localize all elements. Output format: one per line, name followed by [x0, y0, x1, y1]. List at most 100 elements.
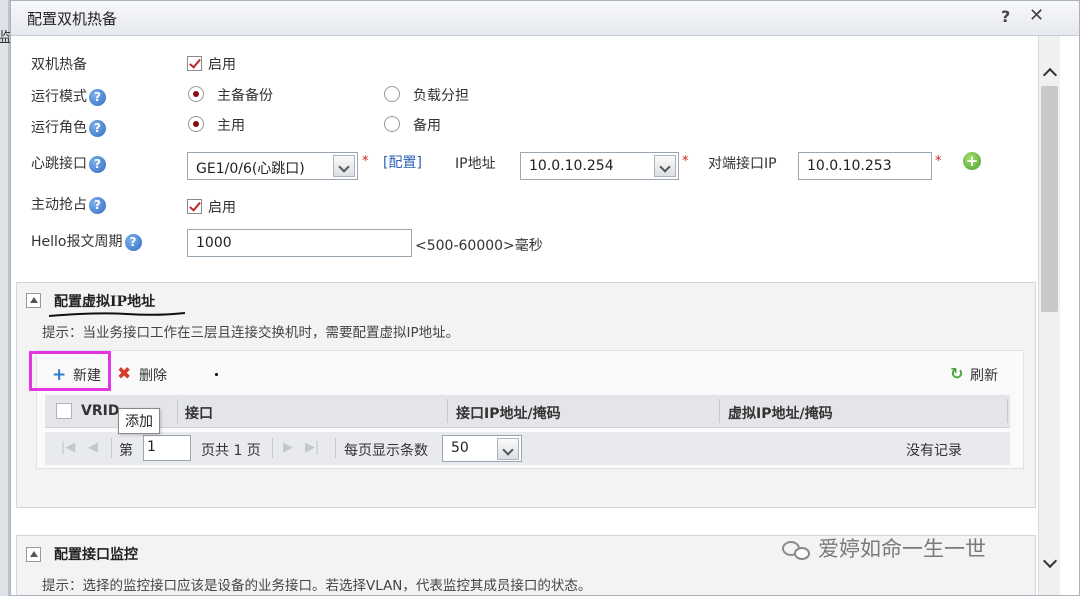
- required-mark: *: [362, 154, 369, 169]
- last-page-icon[interactable]: ▶|: [305, 440, 319, 455]
- preempt-label: 主动抢占?: [31, 194, 106, 214]
- run-mode-label: 运行模式?: [31, 86, 106, 106]
- stray-dot: [215, 373, 218, 376]
- page-number-value: 1: [147, 439, 156, 455]
- virtual-ip-section-title: 配置虚拟IP地址: [54, 294, 156, 310]
- run-mode-radio-load-sharing[interactable]: [384, 86, 400, 102]
- refresh-button[interactable]: 刷新: [970, 365, 998, 385]
- run-role-label: 运行角色?: [31, 117, 106, 137]
- select-all-checkbox[interactable]: [56, 403, 72, 419]
- question-icon[interactable]: ?: [89, 196, 106, 214]
- preempt-label-text: 主动抢占: [31, 197, 87, 213]
- table-header: VRID 接口 接口IP地址/掩码 虚拟IP地址/掩码: [45, 395, 1010, 428]
- column-separator: [719, 399, 720, 423]
- interface-monitor-hint: 提示：选择的监控接口应该是设备的业务接口。若选择VLAN，代表监控其成员接口的状…: [42, 578, 592, 594]
- delete-x-icon[interactable]: ✖: [117, 364, 131, 384]
- page-number-input[interactable]: 1: [143, 435, 191, 461]
- heartbeat-label-text: 心跳接口: [31, 156, 87, 172]
- watermark-text: 爱婷如命一生一世: [818, 537, 986, 561]
- new-button-highlight: [29, 351, 111, 391]
- collapse-icon[interactable]: [26, 547, 41, 562]
- dropdown-arrow-icon[interactable]: [497, 438, 519, 460]
- prev-page-icon[interactable]: ◀: [88, 440, 98, 455]
- heartbeat-label: 心跳接口?: [31, 153, 106, 173]
- delete-button[interactable]: 删除: [139, 365, 167, 385]
- required-mark: *: [682, 154, 689, 169]
- close-icon[interactable]: ✕: [1029, 5, 1044, 26]
- collapse-icon[interactable]: [26, 293, 41, 308]
- help-icon[interactable]: ?: [1001, 7, 1010, 26]
- radio-icon: [384, 116, 400, 132]
- hot-standby-checkbox[interactable]: [187, 55, 202, 71]
- question-icon[interactable]: ?: [89, 155, 106, 173]
- question-icon[interactable]: ?: [89, 88, 106, 106]
- per-page-label: 每页显示条数: [344, 443, 428, 459]
- run-mode-option-active-standby: 主备备份: [217, 88, 273, 104]
- hello-period-label-text: Hello报文周期: [31, 234, 123, 250]
- question-icon[interactable]: ?: [89, 119, 106, 137]
- hello-period-input[interactable]: 1000: [187, 229, 412, 257]
- column-interface[interactable]: 接口: [185, 403, 213, 423]
- virtual-ip-hint: 提示：当业务接口工作在三层且连接交换机时，需要配置虚拟IP地址。: [42, 325, 460, 341]
- pager-separator: [111, 438, 112, 458]
- watermark: 爱婷如命一生一世: [782, 533, 986, 563]
- column-separator: [447, 399, 448, 423]
- question-icon[interactable]: ?: [124, 233, 142, 251]
- scroll-down-icon[interactable]: [1043, 556, 1057, 570]
- hot-standby-dialog: 配置双机热备 ? ✕ 双机热备 启用 运行模式? 主备备份 负载分担 运行角色?…: [10, 0, 1080, 596]
- table-pager: |◀ ◀ 第 1 页共 1 页 ▶ ▶| 每页显示条数 50 没有记录: [45, 432, 1010, 465]
- ip-address-select[interactable]: 10.0.10.254: [520, 152, 679, 180]
- run-mode-radio-active-standby[interactable]: [188, 86, 204, 102]
- peer-ip-label: 对端接口IP: [708, 156, 777, 172]
- column-interface-ip[interactable]: 接口IP地址/掩码: [456, 403, 561, 423]
- column-separator: [177, 399, 178, 423]
- preempt-enable-label: 启用: [208, 200, 236, 216]
- checkbox-icon: [187, 55, 202, 71]
- first-page-icon[interactable]: |◀: [61, 440, 75, 455]
- run-role-radio-backup[interactable]: [384, 116, 400, 132]
- dialog-title: 配置双机热备: [27, 10, 118, 28]
- column-virtual-ip[interactable]: 虚拟IP地址/掩码: [728, 403, 833, 423]
- run-role-radio-master[interactable]: [188, 116, 204, 132]
- required-mark: *: [935, 154, 942, 169]
- run-role-option-master: 主用: [217, 118, 245, 134]
- dialog-content: 双机热备 启用 运行模式? 主备备份 负载分担 运行角色? 主用 备用 心跳接口…: [11, 36, 1037, 595]
- peer-ip-input[interactable]: 10.0.10.253: [798, 152, 932, 180]
- run-mode-label-text: 运行模式: [31, 89, 87, 105]
- scrollbar-thumb[interactable]: [1041, 86, 1058, 312]
- hello-period-range: <500-60000>毫秒: [415, 238, 543, 254]
- virtual-ip-section: 配置虚拟IP地址 提示：当业务接口工作在三层且连接交换机时，需要配置虚拟IP地址…: [16, 282, 1036, 508]
- run-role-option-backup: 备用: [413, 118, 441, 134]
- hot-standby-enable-label: 启用: [208, 57, 236, 73]
- heartbeat-interface-value: GE1/0/6(心跳口): [196, 161, 305, 177]
- next-page-icon[interactable]: ▶: [283, 440, 293, 455]
- run-role-label-text: 运行角色: [31, 120, 87, 136]
- dialog-scrollbar[interactable]: [1038, 36, 1060, 595]
- radio-icon: [188, 116, 204, 132]
- pager-separator: [272, 438, 273, 458]
- add-green-icon[interactable]: +: [963, 152, 981, 170]
- ip-address-label: IP地址: [455, 156, 496, 172]
- checkbox-icon: [187, 198, 202, 214]
- preempt-checkbox[interactable]: [187, 198, 202, 214]
- column-vrid[interactable]: VRID: [81, 403, 119, 419]
- scroll-up-icon[interactable]: [1043, 64, 1057, 78]
- radio-icon: [384, 86, 400, 102]
- per-page-select[interactable]: 50: [442, 435, 522, 462]
- virtual-ip-grid: + 新建 ✖ 删除 ↻ 刷新 VRID 接口 接口IP地址/掩码 虚拟IP地址/…: [36, 350, 1024, 469]
- dropdown-arrow-icon[interactable]: [654, 155, 676, 177]
- dialog-titlebar: 配置双机热备 ? ✕: [11, 1, 1079, 36]
- page-total: 页共 1 页: [201, 443, 261, 459]
- heartbeat-interface-select[interactable]: GE1/0/6(心跳口): [187, 152, 358, 180]
- empty-records-text: 没有记录: [906, 443, 962, 459]
- refresh-icon[interactable]: ↻: [950, 364, 963, 383]
- per-page-value: 50: [451, 440, 469, 456]
- column-separator: [1007, 399, 1008, 423]
- wechat-icon: [782, 539, 812, 561]
- heartbeat-config-link[interactable]: [配置]: [383, 152, 422, 172]
- pager-separator: [335, 438, 336, 458]
- checkbox-icon: [56, 403, 72, 419]
- hot-standby-label: 双机热备: [31, 57, 87, 73]
- ip-address-value: 10.0.10.254: [529, 158, 614, 174]
- dropdown-arrow-icon[interactable]: [333, 155, 355, 177]
